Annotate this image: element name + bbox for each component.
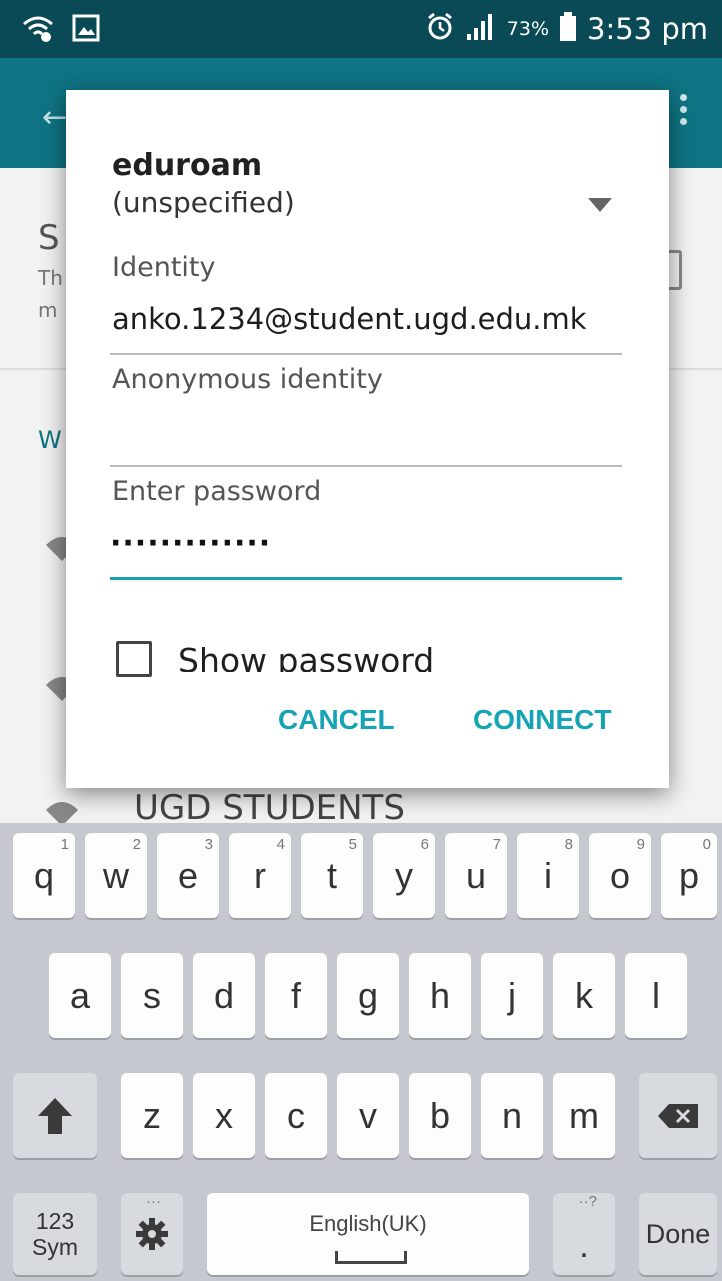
key-k[interactable]: k (553, 953, 615, 1038)
eap-method-value[interactable]: (unspecified) (112, 186, 295, 219)
wifi-connect-dialog: eduroam (unspecified) Identity anko.1234… (66, 90, 669, 788)
key-d[interactable]: d (193, 953, 255, 1038)
wifi-signal-icon (46, 802, 78, 826)
backspace-key[interactable] (639, 1073, 717, 1158)
key-h[interactable]: h (409, 953, 471, 1038)
clock-time: 3:53 pm (587, 12, 708, 46)
signal-icon (465, 12, 497, 46)
anonymous-identity-label: Anonymous identity (112, 364, 383, 395)
key-z[interactable]: z (121, 1073, 183, 1158)
key-r[interactable]: r4 (229, 833, 291, 918)
shift-arrow-icon (38, 1097, 72, 1134)
period-key[interactable]: ··? . (553, 1193, 615, 1275)
background-heading: S (38, 218, 60, 258)
background-section-label: W (38, 426, 62, 454)
key-x[interactable]: x (193, 1073, 255, 1158)
key-f[interactable]: f (265, 953, 327, 1038)
key-c[interactable]: c (265, 1073, 327, 1158)
space-bar-icon (335, 1251, 407, 1264)
backspace-icon (658, 1103, 698, 1128)
battery-icon (559, 12, 577, 46)
password-field[interactable]: ············· (110, 526, 271, 561)
network-name[interactable]: UGD STUDENTS (134, 788, 405, 828)
key-q[interactable]: q1 (13, 833, 75, 918)
key-o[interactable]: o9 (589, 833, 651, 918)
identity-underline (110, 353, 622, 355)
wifi-calling-icon (22, 14, 54, 46)
identity-label: Identity (112, 252, 216, 283)
key-j[interactable]: j (481, 953, 543, 1038)
space-key[interactable]: English(UK) (207, 1193, 529, 1275)
key-b[interactable]: b (409, 1073, 471, 1158)
battery-percent: 73% (506, 18, 549, 40)
image-notification-icon (72, 14, 100, 46)
key-l[interactable]: l (625, 953, 687, 1038)
key-e[interactable]: e3 (157, 833, 219, 918)
key-t[interactable]: t5 (301, 833, 363, 918)
dialog-title: eduroam (112, 148, 263, 183)
show-password-checkbox[interactable] (116, 641, 152, 677)
symbols-key[interactable]: 123 Sym (13, 1193, 97, 1275)
key-y[interactable]: y6 (373, 833, 435, 918)
show-password-label[interactable]: Show password (178, 638, 434, 672)
settings-key[interactable]: ··· (121, 1193, 183, 1275)
overflow-menu-icon[interactable] (680, 94, 688, 130)
anonymous-identity-underline (110, 465, 622, 467)
key-a[interactable]: a (49, 953, 111, 1038)
status-bar: 73% 3:53 pm (0, 0, 722, 58)
cancel-button[interactable]: CANCEL (274, 698, 399, 742)
password-underline (110, 577, 622, 580)
identity-field[interactable]: anko.1234@student.ugd.edu.mk (112, 302, 587, 336)
key-g[interactable]: g (337, 953, 399, 1038)
back-arrow-icon[interactable]: ← (42, 100, 67, 135)
soft-keyboard: q1 w2 e3 r4 t5 y6 u7 i8 o9 p0 a s d f g … (0, 823, 722, 1281)
key-s[interactable]: s (121, 953, 183, 1038)
key-w[interactable]: w2 (85, 833, 147, 918)
background-text: m (38, 298, 58, 322)
done-key[interactable]: Done (639, 1193, 717, 1275)
shift-key[interactable] (13, 1073, 97, 1158)
key-m[interactable]: m (553, 1073, 615, 1158)
key-i[interactable]: i8 (517, 833, 579, 918)
key-u[interactable]: u7 (445, 833, 507, 918)
background-text: Th (38, 266, 63, 290)
key-n[interactable]: n (481, 1073, 543, 1158)
dropdown-arrow-icon[interactable] (588, 198, 612, 212)
key-p[interactable]: p0 (661, 833, 717, 918)
connect-button[interactable]: CONNECT (469, 698, 615, 742)
key-v[interactable]: v (337, 1073, 399, 1158)
password-label: Enter password (112, 476, 322, 507)
gear-icon (136, 1218, 168, 1250)
alarm-clock-icon (425, 12, 455, 46)
anonymous-identity-field[interactable] (112, 416, 622, 456)
